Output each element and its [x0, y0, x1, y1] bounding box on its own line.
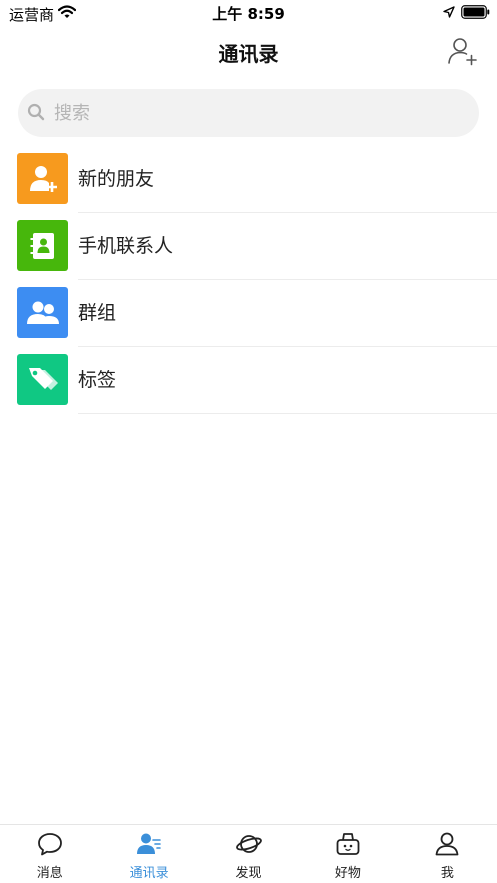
add-contact-button[interactable] [447, 36, 477, 66]
status-bar: 运营商 上午 8:59 [0, 0, 497, 26]
tab-bar: 消息 通讯录 发现 好物 我 [0, 824, 497, 883]
search-icon [27, 103, 45, 121]
tab-contacts[interactable]: 通讯录 [99, 825, 198, 883]
tab-label: 好物 [334, 866, 361, 881]
list-item-new-friends[interactable]: 新的朋友 [0, 146, 497, 213]
battery-icon [461, 5, 490, 19]
list-item-tags[interactable]: 标签 [0, 347, 497, 414]
add-contact-icon [448, 38, 477, 66]
divider [78, 413, 497, 414]
tag-icon [17, 354, 68, 405]
group-icon [17, 287, 68, 338]
list-item-label: 群组 [78, 302, 117, 324]
list-item-phone-contacts[interactable]: 手机联系人 [0, 213, 497, 280]
list-item-groups[interactable]: 群组 [0, 280, 497, 347]
tab-me[interactable]: 我 [398, 825, 497, 883]
tab-messages[interactable]: 消息 [0, 825, 99, 883]
tab-discover[interactable]: 发现 [199, 825, 298, 883]
clock: 上午 8:59 [212, 5, 285, 23]
tab-label: 我 [440, 866, 454, 881]
tab-goods[interactable]: 好物 [298, 825, 397, 883]
location-icon [443, 6, 455, 18]
planet-icon [235, 835, 262, 853]
tab-label: 消息 [36, 866, 63, 881]
new-friend-icon [17, 153, 68, 204]
list-item-label: 手机联系人 [78, 235, 174, 257]
contacts-menu-list: 新的朋友 手机联系人 群组 标签 [0, 146, 497, 414]
list-item-label: 新的朋友 [78, 168, 155, 190]
profile-icon [435, 832, 459, 856]
contacts-icon [137, 833, 161, 854]
search-input[interactable] [54, 89, 454, 137]
page-title: 通讯录 [218, 42, 279, 66]
phone-contacts-icon [17, 220, 68, 271]
tab-label: 发现 [235, 866, 262, 881]
message-icon [37, 833, 62, 856]
tab-label: 通讯录 [129, 866, 169, 881]
search-bar[interactable] [18, 89, 479, 137]
basket-icon [336, 833, 360, 855]
list-item-label: 标签 [78, 369, 117, 391]
